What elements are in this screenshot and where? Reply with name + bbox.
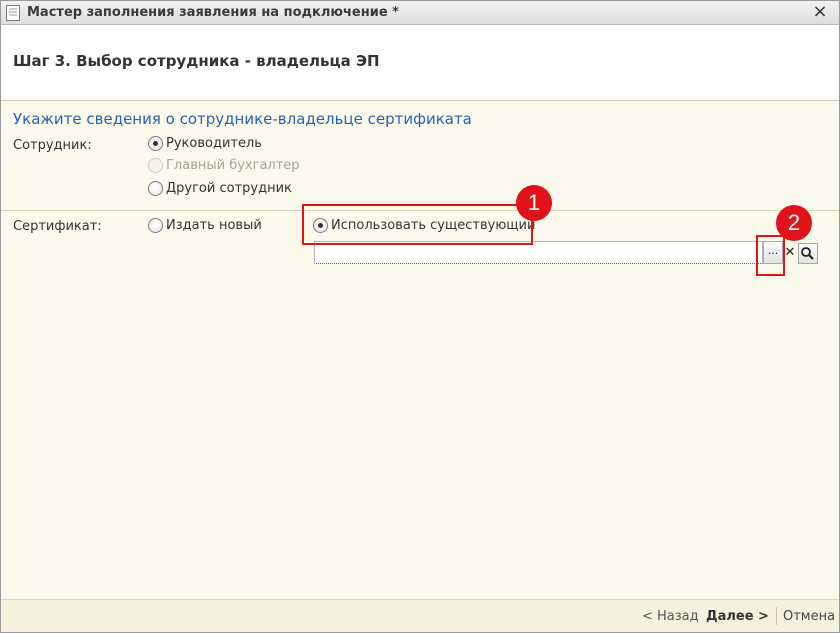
radio-other-employee[interactable]: Другой сотрудник: [148, 181, 292, 196]
certificate-label: Сертификат:: [13, 219, 102, 234]
document-icon: [6, 5, 20, 21]
magnifier-icon: [801, 247, 814, 260]
radio-button-checked[interactable]: [148, 136, 163, 151]
next-button[interactable]: Далее >: [706, 609, 769, 624]
wizard-window: Мастер заполнения заявления на подключен…: [0, 0, 840, 633]
radio-issue-new-label: Издать новый: [166, 218, 262, 233]
radio-button[interactable]: [148, 181, 163, 196]
employee-label: Сотрудник:: [13, 138, 92, 153]
radio-chief-accountant-label: Главный бухгалтер: [166, 158, 300, 173]
highlight-box-2: [756, 235, 785, 276]
cancel-button[interactable]: Отмена: [783, 609, 835, 624]
radio-button: [148, 158, 163, 173]
radio-other-employee-label: Другой сотрудник: [166, 181, 292, 196]
footer-bar: < Назад Далее > Отмена: [1, 599, 839, 632]
close-button[interactable]: ×: [811, 3, 829, 21]
callout-badge-2: 2: [776, 205, 812, 241]
open-button[interactable]: [798, 243, 818, 264]
radio-manager-label: Руководитель: [166, 136, 262, 151]
window-title: Мастер заполнения заявления на подключен…: [27, 5, 399, 20]
section-heading: Укажите сведения о сотруднике-владельце …: [13, 110, 472, 128]
radio-issue-new[interactable]: Издать новый: [148, 218, 262, 233]
radio-manager[interactable]: Руководитель: [148, 136, 262, 151]
highlight-box-1: [302, 204, 533, 245]
clear-icon[interactable]: ✕: [783, 244, 797, 262]
callout-badge-1: 1: [516, 185, 552, 221]
radio-button[interactable]: [148, 218, 163, 233]
step-header: Шаг 3. Выбор сотрудника - владельца ЭП: [1, 25, 839, 101]
footer-divider: [776, 607, 777, 625]
step-title: Шаг 3. Выбор сотрудника - владельца ЭП: [13, 52, 380, 70]
radio-chief-accountant: Главный бухгалтер: [148, 158, 300, 173]
back-button[interactable]: < Назад: [642, 609, 699, 624]
title-bar: Мастер заполнения заявления на подключен…: [1, 1, 839, 25]
